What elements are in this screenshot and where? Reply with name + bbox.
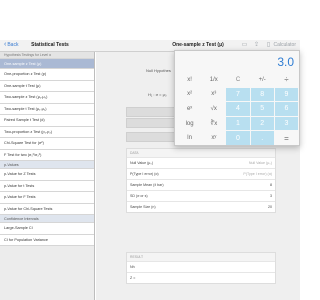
sidebar-section-header: Hypothesis Testings for Level α — [0, 52, 94, 59]
calc-key[interactable]: 2 — [250, 116, 274, 131]
table-row[interactable]: SD (σ or s) 3 — [127, 190, 275, 201]
sidebar-item[interactable]: Two-proportion z Test (p₁-p₂) — [0, 126, 94, 138]
row-label: Nh — [130, 265, 135, 269]
calculator-button[interactable]: Calculator — [273, 42, 296, 48]
row-label: Null Value (μ₀) — [130, 161, 154, 165]
data-section: DATA Null Value (μ₀) Null Value (μ₀) P(Typ… — [126, 148, 276, 213]
calculator-keypad: x! 1/x C +/- ÷ x² x³ 7 8 9 eˣ √x 4 5 6 log ∛x 1 2 3 ln xʸ 0. = — [178, 73, 298, 145]
calc-key[interactable]: 5 — [250, 102, 274, 116]
document-icon[interactable]: ▭ — [241, 41, 248, 49]
row-value[interactable]: 20 — [268, 205, 272, 209]
sidebar-item[interactable]: Paired Sample t Test (d) — [0, 115, 94, 127]
row-label: Sample Mean (x̄ bar) — [130, 183, 164, 187]
row-value[interactable]: P(Type I error) (α) — [243, 172, 272, 176]
calc-key[interactable]: C — [226, 73, 250, 87]
sidebar-item[interactable]: One-sample t Test (μ) — [0, 80, 94, 92]
page-title: One-sample z Test (μ) — [172, 42, 224, 48]
sidebar-item[interactable]: Large-Sample CI — [0, 223, 94, 235]
back-button[interactable]: ‹ Back — [4, 41, 18, 48]
calc-key[interactable]: 6 — [274, 102, 298, 116]
trash-icon[interactable]: ▯ — [265, 41, 272, 49]
calc-key[interactable]: ln — [178, 131, 202, 145]
null-hypothesis-label: Null Hypothes — [146, 68, 171, 73]
row-label: SD (σ or s) — [130, 194, 148, 198]
calc-key[interactable]: xʸ — [202, 131, 226, 145]
calc-key[interactable]: x³ — [202, 87, 226, 102]
calc-key[interactable]: x! — [178, 73, 202, 87]
calc-key[interactable]: 7 — [226, 87, 250, 102]
table-row[interactable]: Null Value (μ₀) Null Value (μ₀) — [127, 157, 275, 168]
table-row[interactable]: Sample Mean (x̄ bar) 8 — [127, 179, 275, 190]
calc-key[interactable]: eˣ — [178, 102, 202, 116]
calc-key[interactable]: x² — [178, 87, 202, 102]
calculator-display: 3.0 — [277, 55, 294, 69]
calculator-popover: 3.0 x! 1/x C +/- ÷ x² x³ 7 8 9 eˣ √x 4 5 6 log ∛x 1 2 3 ln xʸ… — [174, 50, 300, 146]
share-icon[interactable]: ⇪ — [253, 41, 260, 49]
calc-key[interactable]: +/- — [250, 73, 274, 87]
calc-key[interactable]: 0 — [226, 131, 250, 145]
calc-key[interactable]: 1/x — [202, 73, 226, 87]
sidebar-title: Statistical Tests — [31, 42, 69, 48]
sidebar-item[interactable]: p-Value for t Tests — [0, 180, 94, 192]
calc-key[interactable]: 3 — [274, 116, 298, 131]
sidebar-item[interactable]: Two-sample z Test (μ₁-μ₂) — [0, 92, 94, 104]
sidebar-item[interactable]: One-sample z Test (μ) — [0, 59, 94, 69]
table-row[interactable]: P(Type I error) (α) P(Type I error) (α) — [127, 168, 275, 179]
sidebar-section-header: Confidence Intervals — [0, 215, 94, 223]
table-row[interactable]: Z = — [127, 272, 275, 283]
result-section-header: RESULT — [127, 253, 275, 261]
calc-key[interactable]: 4 — [226, 102, 250, 116]
calc-key[interactable]: √x — [202, 102, 226, 116]
calc-key[interactable]: log — [178, 116, 202, 131]
sidebar-item[interactable]: Two-sample t Test (μ₁-μ₂) — [0, 103, 94, 115]
data-section-header: DATA — [127, 149, 275, 157]
sidebar-item[interactable]: Chi-Square Test for (σ²) — [0, 138, 94, 150]
sidebar-item[interactable]: p-Value for Z Tests — [0, 169, 94, 181]
result-section: RESULT Nh Z = — [126, 252, 276, 284]
calc-key[interactable]: . — [250, 131, 274, 145]
row-label: Z = — [130, 276, 136, 280]
toolbar-icons: ▭ ⇪ ▯ — [241, 41, 272, 49]
calc-key[interactable]: 8 — [250, 87, 274, 102]
row-label: P(Type I error) (α) — [130, 172, 159, 176]
table-row[interactable]: Nh — [127, 261, 275, 272]
calc-key[interactable]: = — [274, 131, 298, 145]
row-value[interactable]: 3 — [270, 194, 272, 198]
alt-hypothesis-label: H₁ : σ = μ₀ — [148, 92, 167, 97]
calc-key[interactable]: ∛x — [202, 116, 226, 131]
sidebar-item[interactable]: p-Value for F Tests — [0, 192, 94, 204]
chevron-left-icon: ‹ — [4, 41, 7, 48]
calc-key[interactable]: 9 — [274, 87, 298, 102]
row-label: Sample Size (n) — [130, 205, 156, 209]
sidebar-item[interactable]: CI for Population Variance — [0, 234, 94, 246]
row-value[interactable]: 8 — [270, 183, 272, 187]
table-row[interactable]: Sample Size (n) 20 — [127, 201, 275, 212]
calc-key[interactable]: 1 — [226, 116, 250, 131]
calc-key[interactable]: ÷ — [274, 73, 298, 87]
sidebar-item[interactable]: p-Value for Chi-Square Tests — [0, 203, 94, 215]
row-value[interactable]: Null Value (μ₀) — [249, 161, 272, 165]
sidebar: Hypothesis Testings for Level α One-sampl… — [0, 52, 95, 300]
sidebar-section-header: p-Values — [0, 161, 94, 169]
sidebar-item[interactable]: F Test for two (σ₁²/σ₂²) — [0, 149, 94, 161]
sidebar-item[interactable]: One-proportion z Test (p) — [0, 69, 94, 81]
